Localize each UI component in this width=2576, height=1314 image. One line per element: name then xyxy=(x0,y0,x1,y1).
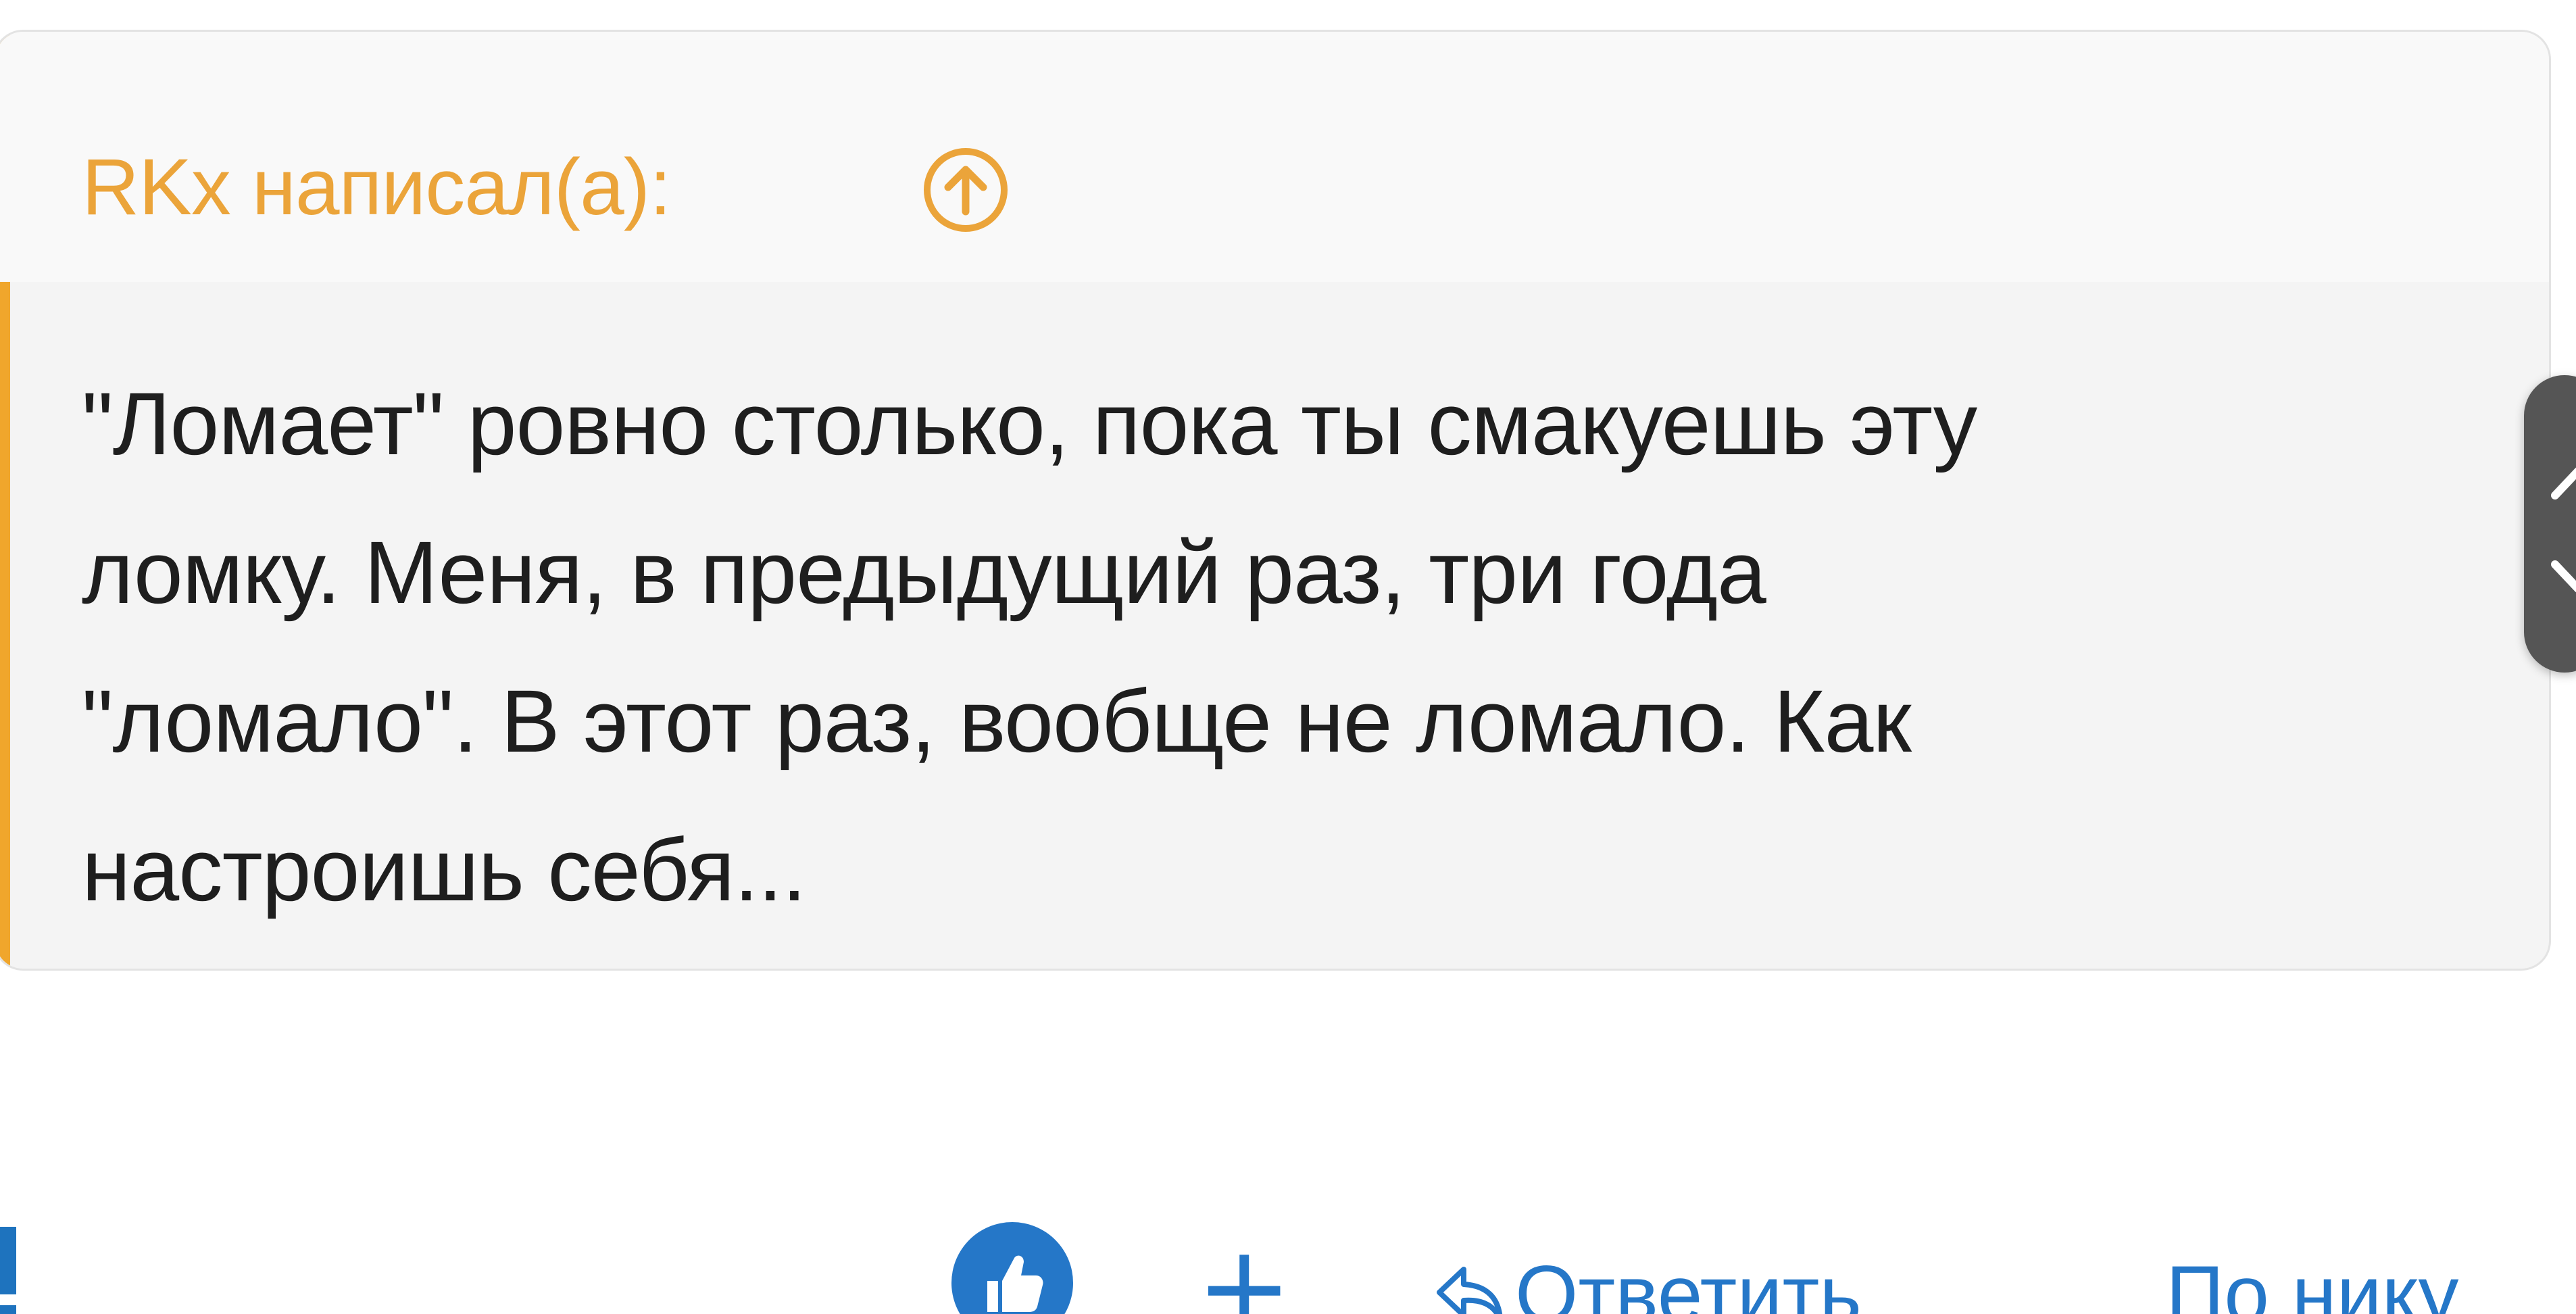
reply-button[interactable]: Ответить xyxy=(1433,1240,1862,1314)
chevron-up-down-icon xyxy=(2551,467,2576,593)
like-button[interactable] xyxy=(951,1222,1073,1314)
quote-author-line: RKx написал(а): xyxy=(82,143,672,232)
reply-label: Ответить xyxy=(1515,1249,1862,1314)
fast-scroll-handle[interactable] xyxy=(2524,375,2576,673)
add-button[interactable]: + xyxy=(1196,1230,1292,1314)
viewport: RKx написал(а): "Ломает" ровно столько, … xyxy=(0,0,2576,1314)
mention-nick-button[interactable]: По нику xyxy=(2166,1240,2458,1314)
thumbs-up-icon xyxy=(987,1255,1043,1312)
post-action-bar: + Ответить По нику xyxy=(0,1210,2576,1314)
arrow-up-circle-icon[interactable] xyxy=(921,145,1010,235)
quote-block: RKx написал(а): "Ломает" ровно столько, … xyxy=(0,30,2551,971)
quote-text: "Ломает" ровно столько, пока ты смакуешь… xyxy=(82,374,1977,919)
reply-icon xyxy=(1437,1267,1503,1314)
